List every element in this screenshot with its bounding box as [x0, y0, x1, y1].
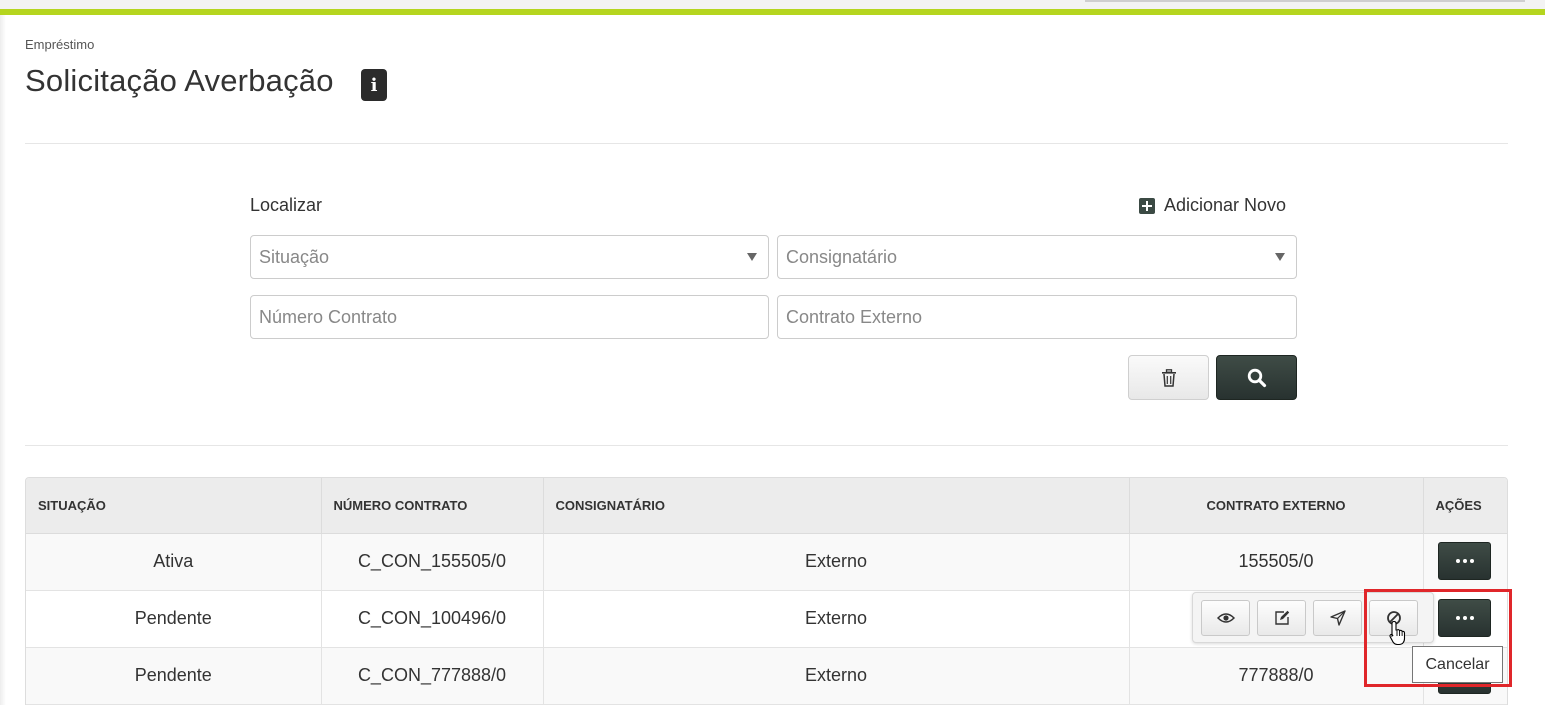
edit-button[interactable]: [1257, 600, 1306, 636]
browser-top-strip: [0, 0, 1545, 9]
accent-top-bar: [0, 9, 1545, 15]
cancel-tooltip: Cancelar: [1412, 646, 1503, 683]
trash-icon: [1161, 368, 1176, 387]
top-strip-pill: [1085, 0, 1525, 2]
cell-consignatario: Externo: [543, 647, 1130, 705]
info-icon[interactable]: i: [361, 69, 387, 101]
clear-filter-button[interactable]: [1128, 355, 1209, 400]
row-1-more-actions-button[interactable]: [1438, 542, 1491, 580]
header-consignatario[interactable]: CONSIGNATÁRIO: [543, 478, 1130, 534]
divider-bottom: [25, 445, 1508, 446]
header-numero-contrato[interactable]: NÚMERO CONTRATO: [321, 478, 544, 534]
cell-situacao: Pendente: [26, 590, 322, 648]
left-panel-shadow: [0, 15, 6, 705]
cell-consignatario: Externo: [543, 590, 1130, 648]
cell-contrato-externo: 155505/0: [1129, 533, 1424, 591]
edit-icon: [1274, 610, 1289, 625]
header-acoes: AÇÕES: [1423, 478, 1507, 534]
table-row: Pendente C_CON_777888/0 Externo 777888/0: [26, 647, 1507, 705]
consignatario-select[interactable]: Consignatário: [777, 235, 1297, 279]
situacao-select[interactable]: Situação: [250, 235, 769, 279]
search-icon: [1247, 368, 1266, 387]
table-row: Ativa C_CON_155505/0 Externo 155505/0: [26, 533, 1507, 591]
ellipsis-dot: [1469, 616, 1474, 620]
hand-cursor-icon: [1389, 620, 1406, 646]
plus-square-icon: [1139, 197, 1155, 214]
ellipsis-dot: [1469, 559, 1474, 563]
eye-icon: [1216, 613, 1235, 623]
ellipsis-icon: [1455, 616, 1460, 620]
ellipsis-icon: [1455, 559, 1460, 563]
send-button[interactable]: [1313, 600, 1362, 636]
situacao-placeholder: Situação: [259, 246, 330, 267]
view-button[interactable]: [1201, 600, 1250, 636]
table-header-row: SITUAÇÃO NÚMERO CONTRATO CONSIGNATÁRIO C…: [26, 478, 1507, 534]
divider-top: [25, 143, 1508, 144]
contrato-externo-input[interactable]: [777, 295, 1297, 339]
ellipsis-dot: [1462, 616, 1467, 620]
header-contrato-externo[interactable]: CONTRATO EXTERNO: [1129, 478, 1424, 534]
cell-situacao: Pendente: [26, 647, 322, 705]
cell-contrato-externo: 777888/0: [1129, 647, 1424, 705]
page-title: Solicitação Averbação: [25, 63, 334, 98]
cell-numero-contrato: C_CON_100496/0: [321, 590, 544, 648]
add-new-link[interactable]: Adicionar Novo: [1139, 195, 1286, 216]
cell-numero-contrato: C_CON_155505/0: [321, 533, 544, 591]
send-icon: [1329, 610, 1346, 626]
filter-title: Localizar: [250, 195, 323, 215]
ellipsis-dot: [1462, 559, 1467, 563]
consignatario-placeholder: Consignatário: [786, 246, 898, 267]
cell-consignatario: Externo: [543, 533, 1130, 591]
cell-situacao: Ativa: [26, 533, 322, 591]
numero-contrato-input[interactable]: [250, 295, 769, 339]
results-table: SITUAÇÃO NÚMERO CONTRATO CONSIGNATÁRIO C…: [25, 477, 1508, 705]
breadcrumb[interactable]: Empréstimo: [25, 37, 94, 52]
row-2-more-actions-button[interactable]: [1438, 599, 1491, 637]
search-button[interactable]: [1216, 355, 1297, 400]
cell-numero-contrato: C_CON_777888/0: [321, 647, 544, 705]
add-new-label: Adicionar Novo: [1164, 195, 1287, 215]
header-situacao[interactable]: SITUAÇÃO: [26, 478, 322, 534]
